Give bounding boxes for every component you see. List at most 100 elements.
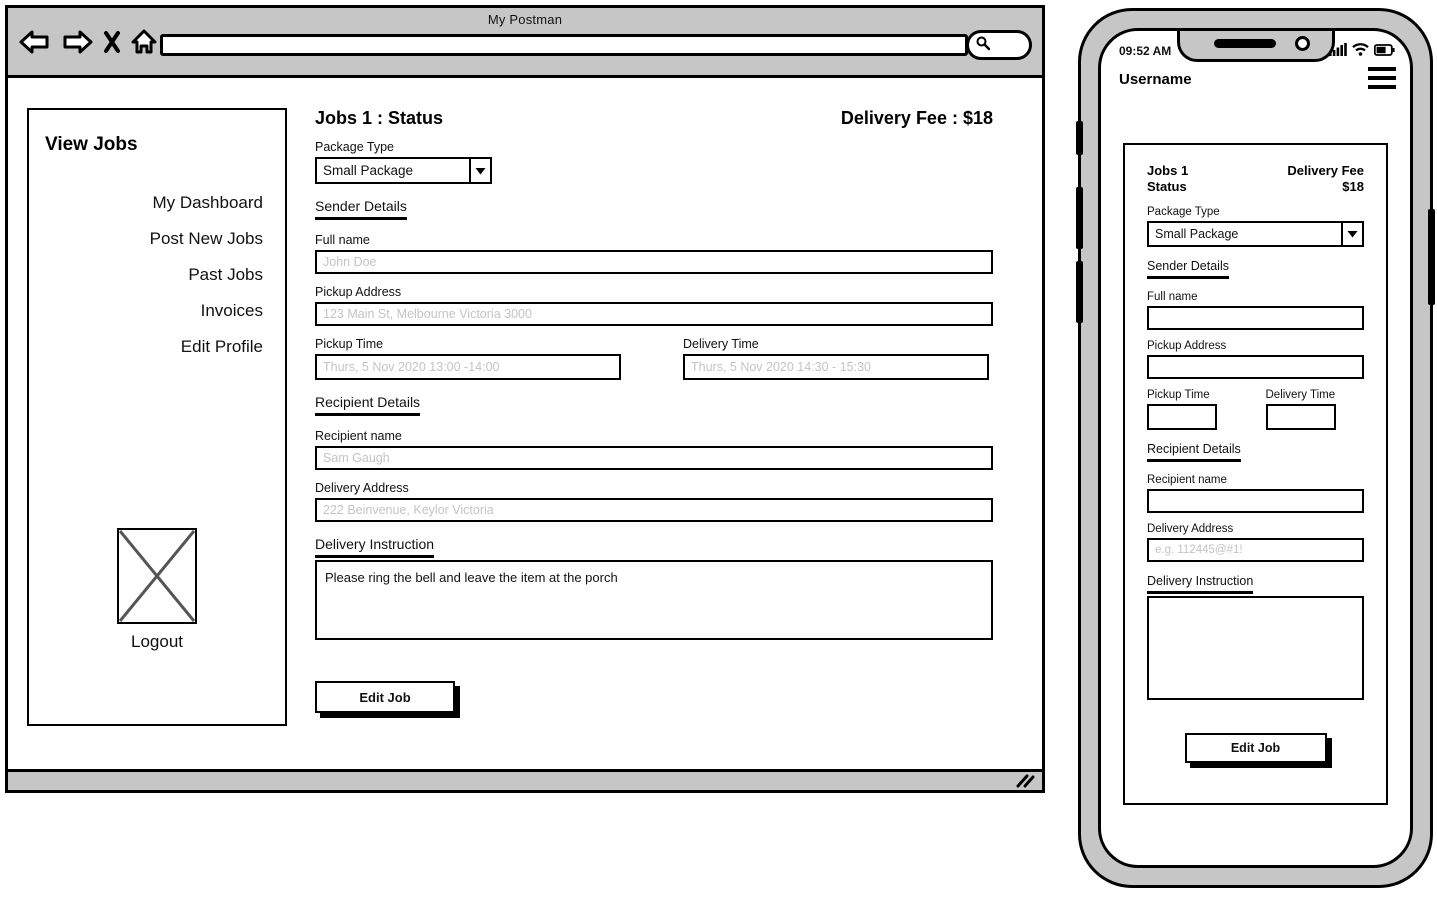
browser-status-bar bbox=[8, 772, 1042, 790]
page-title: View Jobs bbox=[45, 134, 138, 155]
sidebar-item-invoices[interactable]: Invoices bbox=[197, 300, 267, 322]
phone-volume-up-button[interactable] bbox=[1076, 187, 1083, 249]
mobile-recipient-details-heading: Recipient Details bbox=[1147, 442, 1241, 462]
mobile-fee-amount: $18 bbox=[1342, 179, 1364, 195]
delivery-address-input[interactable] bbox=[315, 498, 993, 522]
delivery-time-label: Delivery Time bbox=[683, 337, 759, 351]
sidebar-panel: View Jobs My Dashboard Post New Jobs Pas… bbox=[27, 108, 287, 726]
phone-username: Username bbox=[1119, 71, 1192, 88]
mobile-pickup-time-label: Pickup Time bbox=[1147, 388, 1210, 401]
browser-nav-icons bbox=[18, 28, 158, 56]
mobile-job-line1: Jobs 1 bbox=[1147, 163, 1189, 178]
phone-speaker-icon bbox=[1213, 39, 1276, 48]
status-bar-time: 09:52 AM bbox=[1119, 44, 1172, 58]
mobile-delivery-time-label: Delivery Time bbox=[1265, 388, 1336, 401]
mobile-time-row: Pickup Time Delivery Time bbox=[1147, 379, 1364, 430]
delivery-address-label: Delivery Address bbox=[315, 481, 409, 495]
phone-power-button[interactable] bbox=[1428, 209, 1435, 305]
delivery-instruction-heading: Delivery Instruction bbox=[315, 536, 435, 558]
window-title: My Postman bbox=[487, 12, 563, 27]
resize-grip-icon[interactable] bbox=[1014, 773, 1036, 794]
delivery-time-input[interactable] bbox=[683, 354, 989, 380]
logout-label: Logout bbox=[131, 632, 183, 651]
full-name-input[interactable] bbox=[315, 250, 993, 274]
mobile-delivery-address-input[interactable] bbox=[1147, 537, 1364, 562]
phone-volume-down-button[interactable] bbox=[1076, 261, 1083, 323]
wifi-icon bbox=[1352, 43, 1369, 61]
recipient-name-label: Recipient name bbox=[315, 429, 402, 443]
hamburger-bar bbox=[1368, 76, 1396, 80]
mobile-pickup-time-input[interactable] bbox=[1147, 403, 1217, 430]
mobile-delivery-time-group: Delivery Time bbox=[1265, 379, 1365, 430]
image-placeholder-icon bbox=[117, 528, 197, 624]
mobile-edit-job-button[interactable]: Edit Job bbox=[1184, 732, 1327, 763]
mobile-recipient-name-input[interactable] bbox=[1147, 488, 1364, 513]
package-type-value: Small Package bbox=[323, 163, 414, 178]
phone-silent-switch[interactable] bbox=[1076, 121, 1083, 155]
sidebar-item-my-dashboard[interactable]: My Dashboard bbox=[148, 192, 267, 214]
package-type-select[interactable]: Small Package bbox=[315, 157, 492, 184]
status-bar-icons bbox=[1329, 43, 1395, 61]
logout-section[interactable]: Logout bbox=[29, 528, 285, 652]
mobile-pickup-address-input[interactable] bbox=[1147, 354, 1364, 379]
sidebar-nav: My Dashboard Post New Jobs Past Jobs Inv… bbox=[29, 192, 267, 358]
sidebar-item-post-new-jobs[interactable]: Post New Jobs bbox=[146, 228, 267, 250]
sidebar-item-past-jobs[interactable]: Past Jobs bbox=[184, 264, 267, 286]
mobile-job-status: Jobs 1 Status bbox=[1147, 163, 1188, 196]
mobile-delivery-time-input[interactable] bbox=[1265, 403, 1336, 430]
edit-job-button[interactable]: Edit Job bbox=[315, 681, 455, 713]
phone-mockup: 09:52 AM Username Jobs 1 Status Delivery… bbox=[1076, 8, 1435, 888]
close-x-icon[interactable] bbox=[102, 29, 122, 55]
package-type-label: Package Type bbox=[315, 140, 394, 154]
back-arrow-icon[interactable] bbox=[18, 29, 52, 55]
phone-camera-icon bbox=[1294, 36, 1310, 51]
mobile-pickup-time-group: Pickup Time bbox=[1147, 379, 1246, 430]
forward-arrow-icon[interactable] bbox=[60, 29, 94, 55]
battery-icon bbox=[1373, 43, 1395, 61]
full-name-label: Full name bbox=[315, 233, 370, 247]
browser-chrome: My Postman bbox=[8, 8, 1042, 78]
phone-screen: 09:52 AM Username Jobs 1 Status Delivery… bbox=[1098, 28, 1413, 868]
mobile-job-line2: Status bbox=[1147, 179, 1187, 195]
mobile-delivery-instruction-textarea[interactable] bbox=[1147, 595, 1364, 700]
mobile-delivery-fee: Delivery Fee $18 bbox=[1287, 163, 1364, 196]
mobile-sender-details-heading: Sender Details bbox=[1147, 259, 1229, 279]
chevron-down-icon bbox=[469, 159, 490, 182]
job-status-title: Jobs 1 : Status bbox=[315, 108, 444, 128]
url-input[interactable] bbox=[160, 34, 968, 56]
mobile-delivery-address-label: Delivery Address bbox=[1147, 522, 1234, 535]
mobile-package-type-value: Small Package bbox=[1155, 226, 1239, 241]
form-header: Jobs 1 : Status Delivery Fee : $18 bbox=[315, 108, 993, 129]
phone-notch bbox=[1176, 31, 1335, 62]
chevron-down-icon bbox=[1341, 222, 1362, 245]
mobile-recipient-name-label: Recipient name bbox=[1147, 473, 1227, 486]
home-icon[interactable] bbox=[130, 28, 158, 56]
sidebar-item-edit-profile[interactable]: Edit Profile bbox=[177, 336, 267, 358]
wireframe-canvas: My Postman View Jobs My Dashboard Post N… bbox=[0, 0, 1437, 902]
mobile-full-name-label: Full name bbox=[1147, 290, 1198, 303]
mobile-full-name-input[interactable] bbox=[1147, 305, 1364, 330]
pickup-time-input[interactable] bbox=[315, 354, 621, 380]
hamburger-menu-icon[interactable] bbox=[1368, 67, 1396, 94]
recipient-details-heading: Recipient Details bbox=[315, 394, 421, 416]
hamburger-bar bbox=[1368, 67, 1396, 71]
mobile-package-type-label: Package Type bbox=[1147, 205, 1220, 218]
pickup-time-label: Pickup Time bbox=[315, 337, 384, 351]
sender-details-heading: Sender Details bbox=[315, 198, 407, 220]
delivery-instruction-textarea[interactable] bbox=[315, 560, 993, 640]
search-button[interactable] bbox=[966, 30, 1032, 60]
hamburger-bar bbox=[1368, 85, 1396, 89]
mobile-package-type-select[interactable]: Small Package bbox=[1147, 220, 1364, 247]
mobile-pickup-address-label: Pickup Address bbox=[1147, 339, 1227, 352]
pickup-time-group: Pickup Time bbox=[315, 326, 621, 380]
mobile-fee-label: Delivery Fee bbox=[1287, 163, 1364, 178]
delivery-fee-value: Delivery Fee : $18 bbox=[840, 108, 993, 128]
time-row: Pickup Time Delivery Time bbox=[315, 326, 993, 380]
mobile-delivery-instruction-heading: Delivery Instruction bbox=[1147, 574, 1254, 594]
delivery-time-group: Delivery Time bbox=[683, 326, 989, 380]
recipient-name-input[interactable] bbox=[315, 446, 993, 470]
pickup-address-input[interactable] bbox=[315, 302, 993, 326]
mobile-card-header: Jobs 1 Status Delivery Fee $18 bbox=[1147, 163, 1364, 196]
job-detail-form: Jobs 1 : Status Delivery Fee : $18 Packa… bbox=[315, 108, 993, 713]
signal-bars-icon bbox=[1329, 43, 1347, 61]
